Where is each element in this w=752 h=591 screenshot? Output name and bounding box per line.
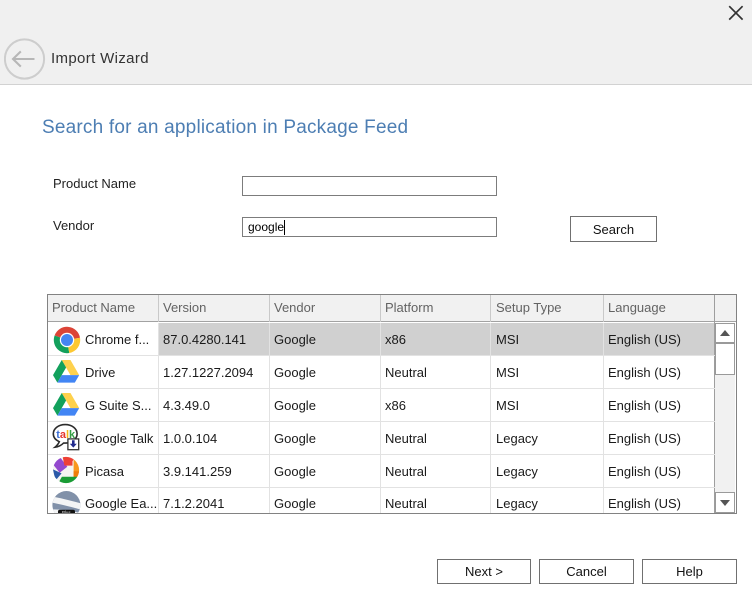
svg-text:Plus: Plus (62, 510, 71, 513)
